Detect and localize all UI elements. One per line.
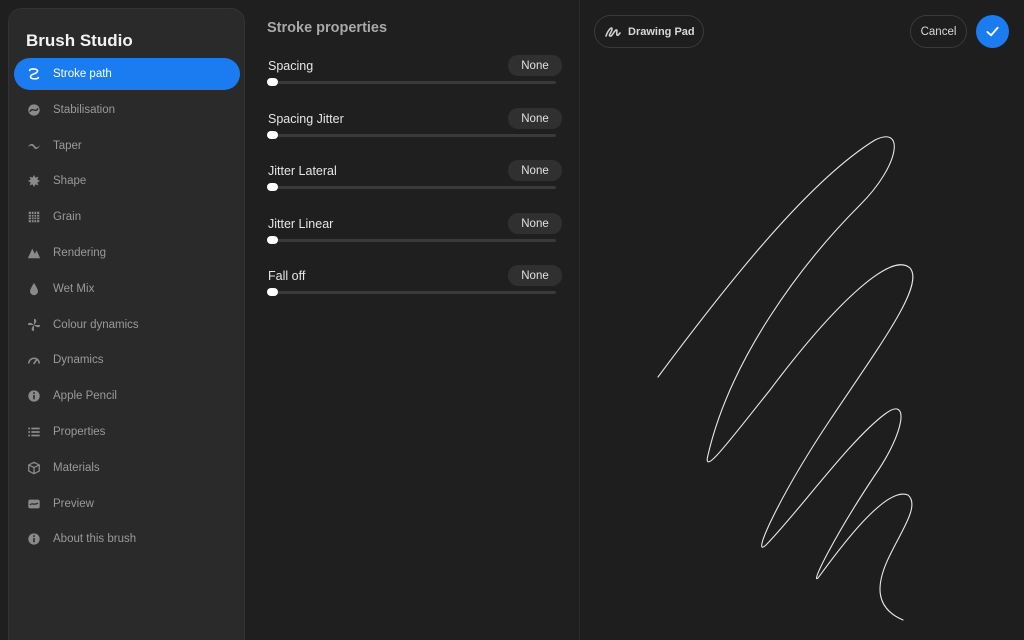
sidebar-item-colour-dynamics[interactable]: Colour dynamics xyxy=(14,309,240,341)
drawing-pad-label: Drawing Pad xyxy=(628,25,695,38)
sidebar-item-label: Stabilisation xyxy=(53,103,116,116)
property-value-badge[interactable]: None xyxy=(508,160,562,181)
sidebar-item-label: Properties xyxy=(53,425,106,438)
sidebar-item-label: Apple Pencil xyxy=(53,390,117,403)
drawing-pad-button[interactable]: Drawing Pad xyxy=(594,15,704,48)
sidebar-item-materials[interactable]: Materials xyxy=(14,452,240,484)
preview-icon xyxy=(26,496,42,512)
sidebar-item-properties[interactable]: Properties xyxy=(14,416,240,448)
property-slider-track[interactable] xyxy=(267,134,556,137)
drawing-pad[interactable]: Drawing Pad Cancel xyxy=(580,0,1024,640)
stroke-path-icon xyxy=(26,66,42,82)
sidebar-item-label: Rendering xyxy=(53,246,107,259)
property-label: Jitter Lateral xyxy=(268,164,337,178)
property-value-badge[interactable]: None xyxy=(508,55,562,76)
rendering-icon xyxy=(26,245,42,261)
sidebar-item-apple-pencil[interactable]: Apple Pencil xyxy=(14,380,240,412)
property-label: Spacing Jitter xyxy=(268,112,344,126)
property-slider-thumb[interactable] xyxy=(267,288,278,296)
property-jitter-linear: Jitter Linear None xyxy=(267,213,562,257)
dynamics-icon xyxy=(26,352,42,368)
sidebar-item-label: Grain xyxy=(53,211,82,224)
property-spacing-jitter: Spacing Jitter None xyxy=(267,108,562,152)
sidebar-item-grain[interactable]: Grain xyxy=(14,201,240,233)
grain-icon xyxy=(26,209,42,225)
property-label: Jitter Linear xyxy=(268,217,334,231)
sidebar-item-wet-mix[interactable]: Wet Mix xyxy=(14,273,240,305)
preview-stroke xyxy=(657,136,914,621)
property-label: Spacing xyxy=(268,59,314,73)
wet-mix-icon xyxy=(26,281,42,297)
sidebar: Brush Studio Stroke path Stabilisation T… xyxy=(8,8,245,640)
property-slider-thumb[interactable] xyxy=(267,183,278,191)
sidebar-item-label: Taper xyxy=(53,139,82,152)
shape-icon xyxy=(26,173,42,189)
properties-icon xyxy=(26,424,42,440)
sidebar-item-label: Stroke path xyxy=(53,68,112,80)
checkmark-icon xyxy=(986,26,999,37)
property-value-badge[interactable]: None xyxy=(508,108,562,129)
materials-icon xyxy=(26,460,42,476)
cancel-button[interactable]: Cancel xyxy=(910,15,967,48)
property-value-badge[interactable]: None xyxy=(508,213,562,234)
stroke-properties-panel: Stroke properties Spacing None Spacing J… xyxy=(246,0,579,640)
sidebar-item-label: Dynamics xyxy=(53,354,104,367)
property-slider-track[interactable] xyxy=(267,186,556,189)
stabilisation-icon xyxy=(26,102,42,118)
sidebar-item-taper[interactable]: Taper xyxy=(14,130,240,162)
info-icon xyxy=(26,531,42,547)
sidebar-item-label: Colour dynamics xyxy=(53,318,139,331)
sidebar-item-stabilisation[interactable]: Stabilisation xyxy=(14,94,240,126)
panel-title: Stroke properties xyxy=(267,20,388,36)
sidebar-item-shape[interactable]: Shape xyxy=(14,165,240,197)
property-slider-thumb[interactable] xyxy=(267,131,278,139)
property-jitter-lateral: Jitter Lateral None xyxy=(267,160,562,204)
sidebar-item-about-this-brush[interactable]: About this brush xyxy=(14,523,240,555)
sidebar-item-preview[interactable]: Preview xyxy=(14,488,240,520)
sidebar-item-dynamics[interactable]: Dynamics xyxy=(14,344,240,376)
property-spacing: Spacing None xyxy=(267,55,562,99)
sidebar-item-label: Materials xyxy=(53,461,100,474)
sidebar-item-stroke-path[interactable]: Stroke path xyxy=(14,58,240,90)
colour-dynamics-icon xyxy=(26,317,42,333)
property-value-badge[interactable]: None xyxy=(508,265,562,286)
property-slider-track[interactable] xyxy=(267,81,556,84)
apple-pencil-icon xyxy=(26,388,42,404)
property-slider-track[interactable] xyxy=(267,291,556,294)
sidebar-item-label: About this brush xyxy=(53,533,137,546)
taper-icon xyxy=(26,138,42,154)
sidebar-item-rendering[interactable]: Rendering xyxy=(14,237,240,269)
confirm-button[interactable] xyxy=(976,15,1009,48)
property-label: Fall off xyxy=(268,269,306,283)
property-slider-track[interactable] xyxy=(267,239,556,242)
sidebar-item-label: Shape xyxy=(53,175,87,188)
property-slider-thumb[interactable] xyxy=(267,78,278,86)
sidebar-nav: Stroke path Stabilisation Taper Shape Gr… xyxy=(14,58,240,559)
property-fall-off: Fall off None xyxy=(267,265,562,309)
sidebar-item-label: Wet Mix xyxy=(53,282,95,295)
sidebar-item-label: Preview xyxy=(53,497,94,510)
drawing-pad-icon xyxy=(604,23,622,41)
app-title: Brush Studio xyxy=(26,31,133,50)
property-slider-thumb[interactable] xyxy=(267,236,278,244)
